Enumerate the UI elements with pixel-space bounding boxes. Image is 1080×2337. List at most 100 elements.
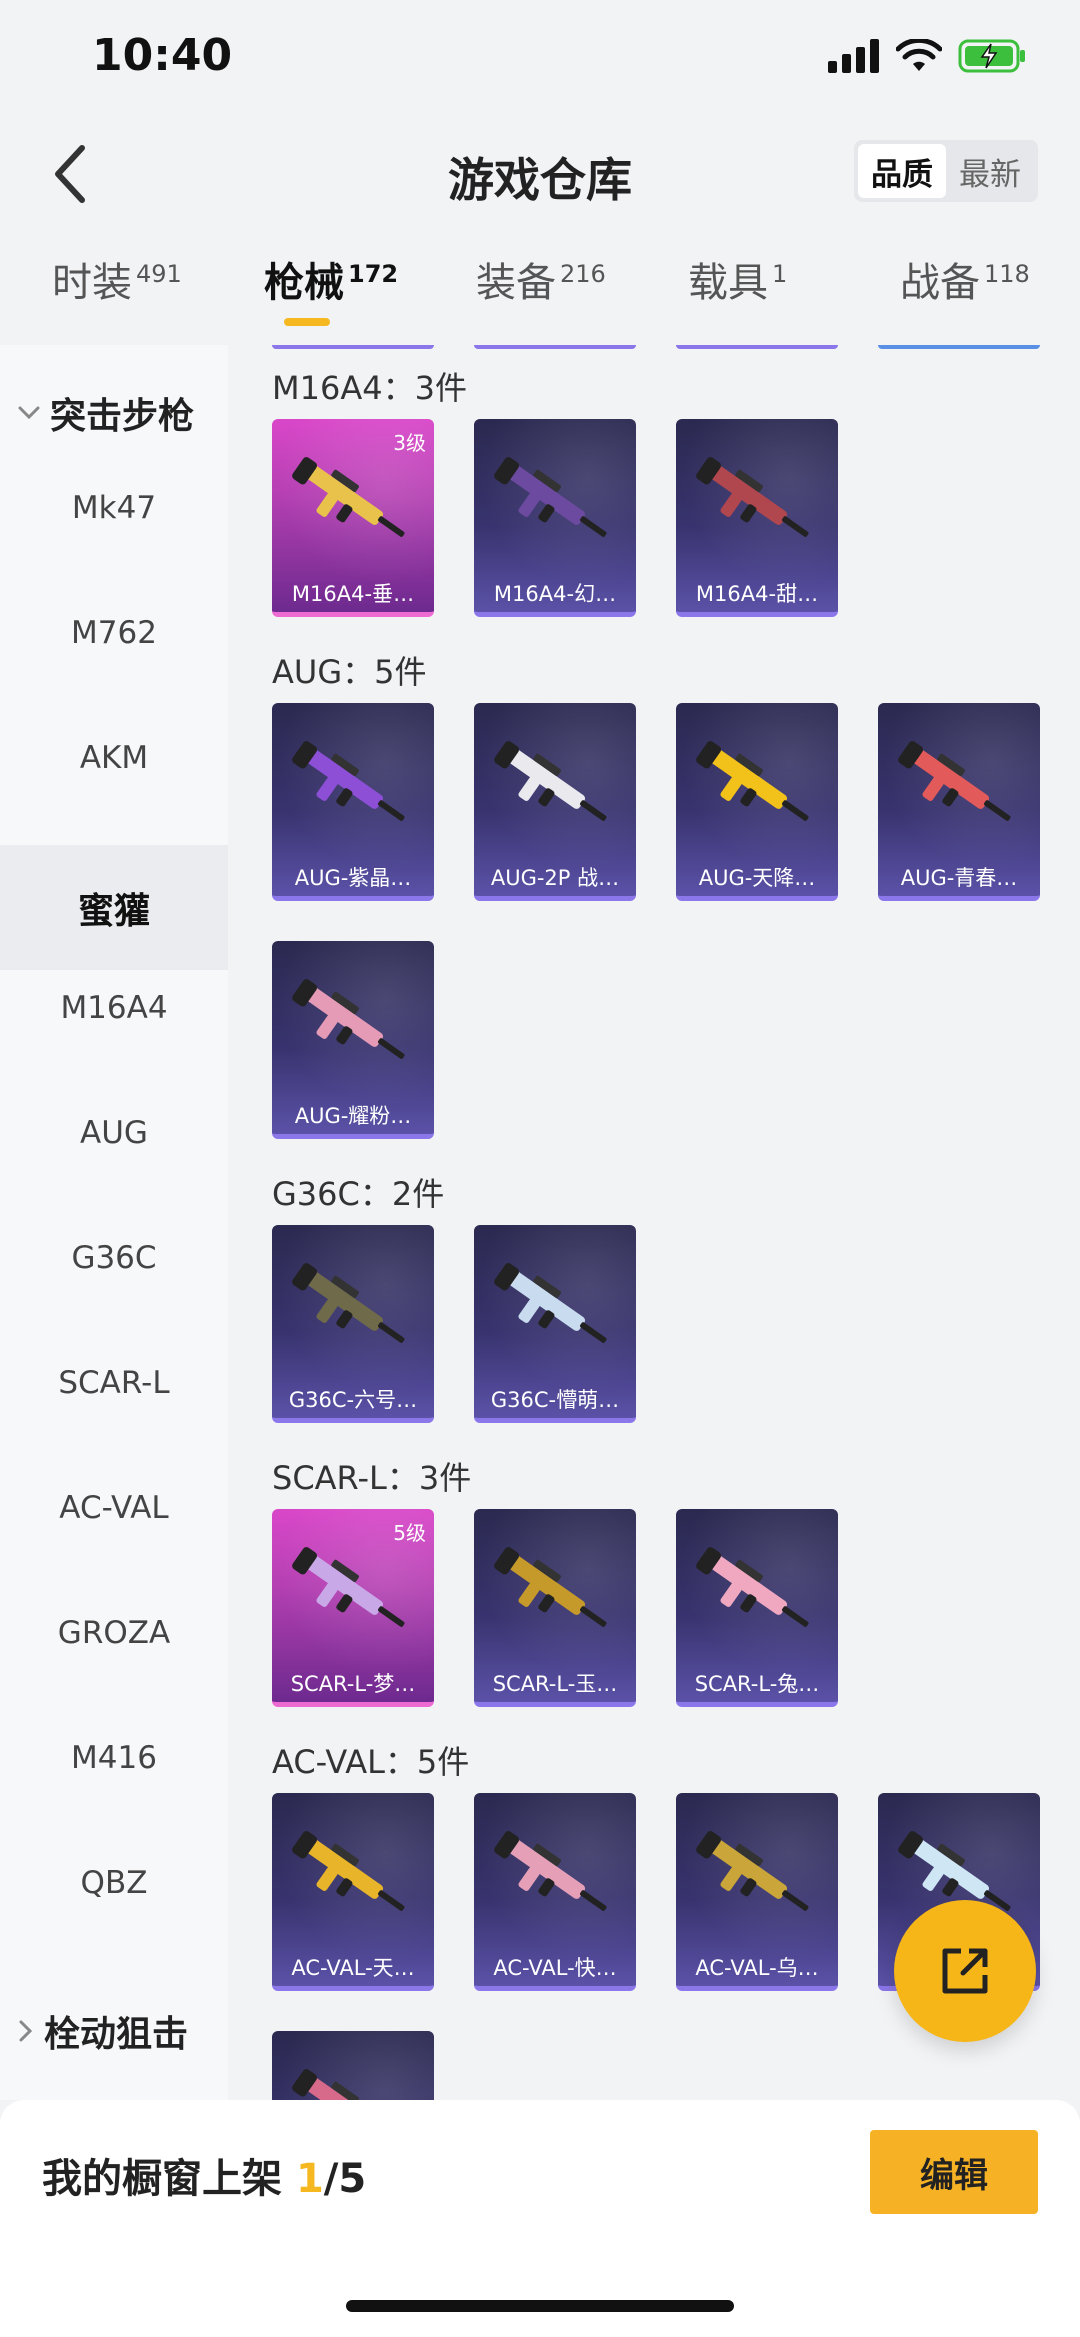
- weapon-skin-card[interactable]: AUG-紫晶…: [272, 703, 434, 901]
- weapon-skin-card[interactable]: M16A4-幻…: [474, 419, 636, 617]
- skin-level-badge: 5级: [393, 1521, 426, 1545]
- header: 游戏仓库 品质 最新: [0, 120, 1080, 230]
- sidebar-item-g36c[interactable]: G36C: [0, 1195, 228, 1320]
- section-title: M16A4：3件: [272, 369, 467, 407]
- skin-name: M16A4-垂…: [291, 582, 415, 606]
- partial-card-edge: [474, 345, 636, 349]
- weapon-skin-card[interactable]: M16A4-甜…: [676, 419, 838, 617]
- tab-label: 枪械: [264, 260, 344, 306]
- tab-supplies[interactable]: 战备 118: [900, 250, 1030, 336]
- tab-count: 1: [772, 260, 788, 288]
- skin-name: AC-VAL-乌…: [695, 1956, 819, 1980]
- rifle-icon: [898, 741, 1011, 821]
- weapon-skin-card[interactable]: AC-VAL-天…: [272, 1793, 434, 1991]
- skin-name: AUG-2P 战…: [490, 866, 620, 890]
- rifle-icon: [292, 2069, 384, 2100]
- skin-name: G36C-懵萌…: [490, 1388, 620, 1412]
- sidebar-item-aug[interactable]: AUG: [0, 1070, 228, 1195]
- weapon-skin-card[interactable]: AC-VAL-乌…: [676, 1793, 838, 1991]
- status-bar: 10:40: [0, 0, 1080, 120]
- weapon-skin-card[interactable]: AUG-2P 战…: [474, 703, 636, 901]
- weapon-skin-card[interactable]: 5级 SCAR-L-梦…: [272, 1509, 434, 1707]
- section-title: AUG：5件: [272, 653, 427, 691]
- tab-outfits[interactable]: 时装 491: [52, 250, 182, 336]
- showcase-shelf-text: 我的橱窗上架 1/5: [42, 2146, 366, 2204]
- weapon-skin-card[interactable]: AC-VAL-快…: [474, 1793, 636, 1991]
- rifle-icon: [494, 457, 607, 537]
- tab-count: 172: [348, 260, 399, 288]
- skin-name: AUG-天降…: [698, 866, 816, 890]
- rifle-icon: [494, 1831, 607, 1911]
- sort-option-newest[interactable]: 最新: [946, 144, 1034, 198]
- tab-count: 491: [136, 260, 182, 288]
- signal-icon: [828, 39, 879, 73]
- sidebar-item-qbz[interactable]: QBZ: [0, 1820, 228, 1945]
- section-title: AC-VAL：5件: [272, 1743, 470, 1781]
- skin-name: SCAR-L-玉…: [492, 1672, 618, 1696]
- sidebar-item-m416[interactable]: M416: [0, 1695, 228, 1820]
- weapon-skin-card[interactable]: [272, 2031, 434, 2100]
- skin-name: M16A4-幻…: [493, 582, 617, 606]
- weapon-skin-card[interactable]: G36C-六号…: [272, 1225, 434, 1423]
- weapon-skin-card[interactable]: SCAR-L-玉…: [474, 1509, 636, 1707]
- weapon-skin-card[interactable]: G36C-懵萌…: [474, 1225, 636, 1423]
- home-indicator: [346, 2300, 734, 2312]
- rifle-icon: [292, 457, 405, 537]
- category-tabs: 时装 491 枪械 172 装备 216 载具 1 战备 118: [0, 250, 1080, 340]
- skin-level-badge: 3级: [393, 431, 426, 455]
- sidebar-group-label: 栓动狙击: [44, 2014, 189, 2055]
- partial-card-edge: [676, 345, 838, 349]
- weapon-skin-card[interactable]: 3级 M16A4-垂…: [272, 419, 434, 617]
- partial-card-edge: [878, 345, 1040, 349]
- rifle-icon: [494, 1547, 607, 1627]
- tab-active-indicator: [284, 318, 330, 326]
- sidebar-group-bolt-sniper[interactable]: 栓动狙击: [18, 2005, 188, 2057]
- rifle-icon: [696, 741, 809, 821]
- rifle-icon: [696, 1831, 809, 1911]
- sort-toggle: 品质 最新: [854, 140, 1038, 202]
- showcase-label: 我的橱窗上架: [42, 2156, 282, 2202]
- tab-vehicles[interactable]: 载具 1: [688, 250, 787, 336]
- weapon-skin-card[interactable]: SCAR-L-兔…: [676, 1509, 838, 1707]
- battery-charging-icon: [958, 39, 1025, 73]
- sidebar-group-assault-rifle[interactable]: 突击步枪: [18, 387, 194, 439]
- rifle-icon: [494, 741, 607, 821]
- rifle-icon: [292, 1831, 405, 1911]
- weapon-skin-card[interactable]: AUG-耀粉…: [272, 941, 434, 1139]
- sidebar-item-m762[interactable]: M762: [0, 570, 228, 695]
- skin-name: G36C-六号…: [288, 1388, 418, 1412]
- tab-guns[interactable]: 枪械 172: [264, 250, 398, 336]
- sidebar-item-scar-l[interactable]: SCAR-L: [0, 1320, 228, 1445]
- sort-option-quality[interactable]: 品质: [858, 144, 946, 198]
- partial-card-edge: [272, 345, 434, 349]
- rifle-icon: [292, 1263, 405, 1343]
- bottom-bar: 我的橱窗上架 1/5 编辑: [0, 2100, 1080, 2337]
- tab-equipment[interactable]: 装备 216: [476, 250, 606, 336]
- tab-count: 118: [984, 260, 1030, 288]
- sidebar-item-akm[interactable]: AKM: [0, 695, 228, 820]
- weapon-skin-card[interactable]: AUG-青春…: [878, 703, 1040, 901]
- section-title: SCAR-L：3件: [272, 1459, 472, 1497]
- rifle-icon: [292, 741, 405, 821]
- section-title: G36C：2件: [272, 1175, 445, 1213]
- status-icons: [828, 38, 1028, 74]
- rifle-icon: [494, 1263, 607, 1343]
- showcase-count: 1: [295, 2156, 324, 2202]
- tab-label: 载具: [688, 260, 768, 306]
- share-button[interactable]: [894, 1900, 1036, 2042]
- sidebar-item-ac-val[interactable]: AC-VAL: [0, 1445, 228, 1570]
- rifle-icon: [696, 457, 809, 537]
- weapon-skin-card[interactable]: AUG-天降…: [676, 703, 838, 901]
- sidebar-group-label: 突击步枪: [50, 396, 195, 437]
- sidebar-item-mk47[interactable]: Mk47: [0, 445, 228, 570]
- tab-label: 时装: [52, 260, 132, 306]
- tab-label: 战备: [900, 260, 980, 306]
- skin-name: AC-VAL-天…: [291, 1956, 415, 1980]
- sidebar-item-m16a4[interactable]: M16A4: [0, 945, 228, 1070]
- skin-name: AUG-青春…: [900, 866, 1018, 890]
- weapon-type-sidebar: 突击步枪 Mk47 M762 AKM 蜜獾 M16A4 AUG G36C SCA…: [0, 345, 228, 2100]
- sidebar-item-groza[interactable]: GROZA: [0, 1570, 228, 1695]
- skin-name: SCAR-L-兔…: [694, 1672, 820, 1696]
- skin-name: SCAR-L-梦…: [290, 1672, 416, 1696]
- edit-button[interactable]: 编辑: [870, 2130, 1038, 2214]
